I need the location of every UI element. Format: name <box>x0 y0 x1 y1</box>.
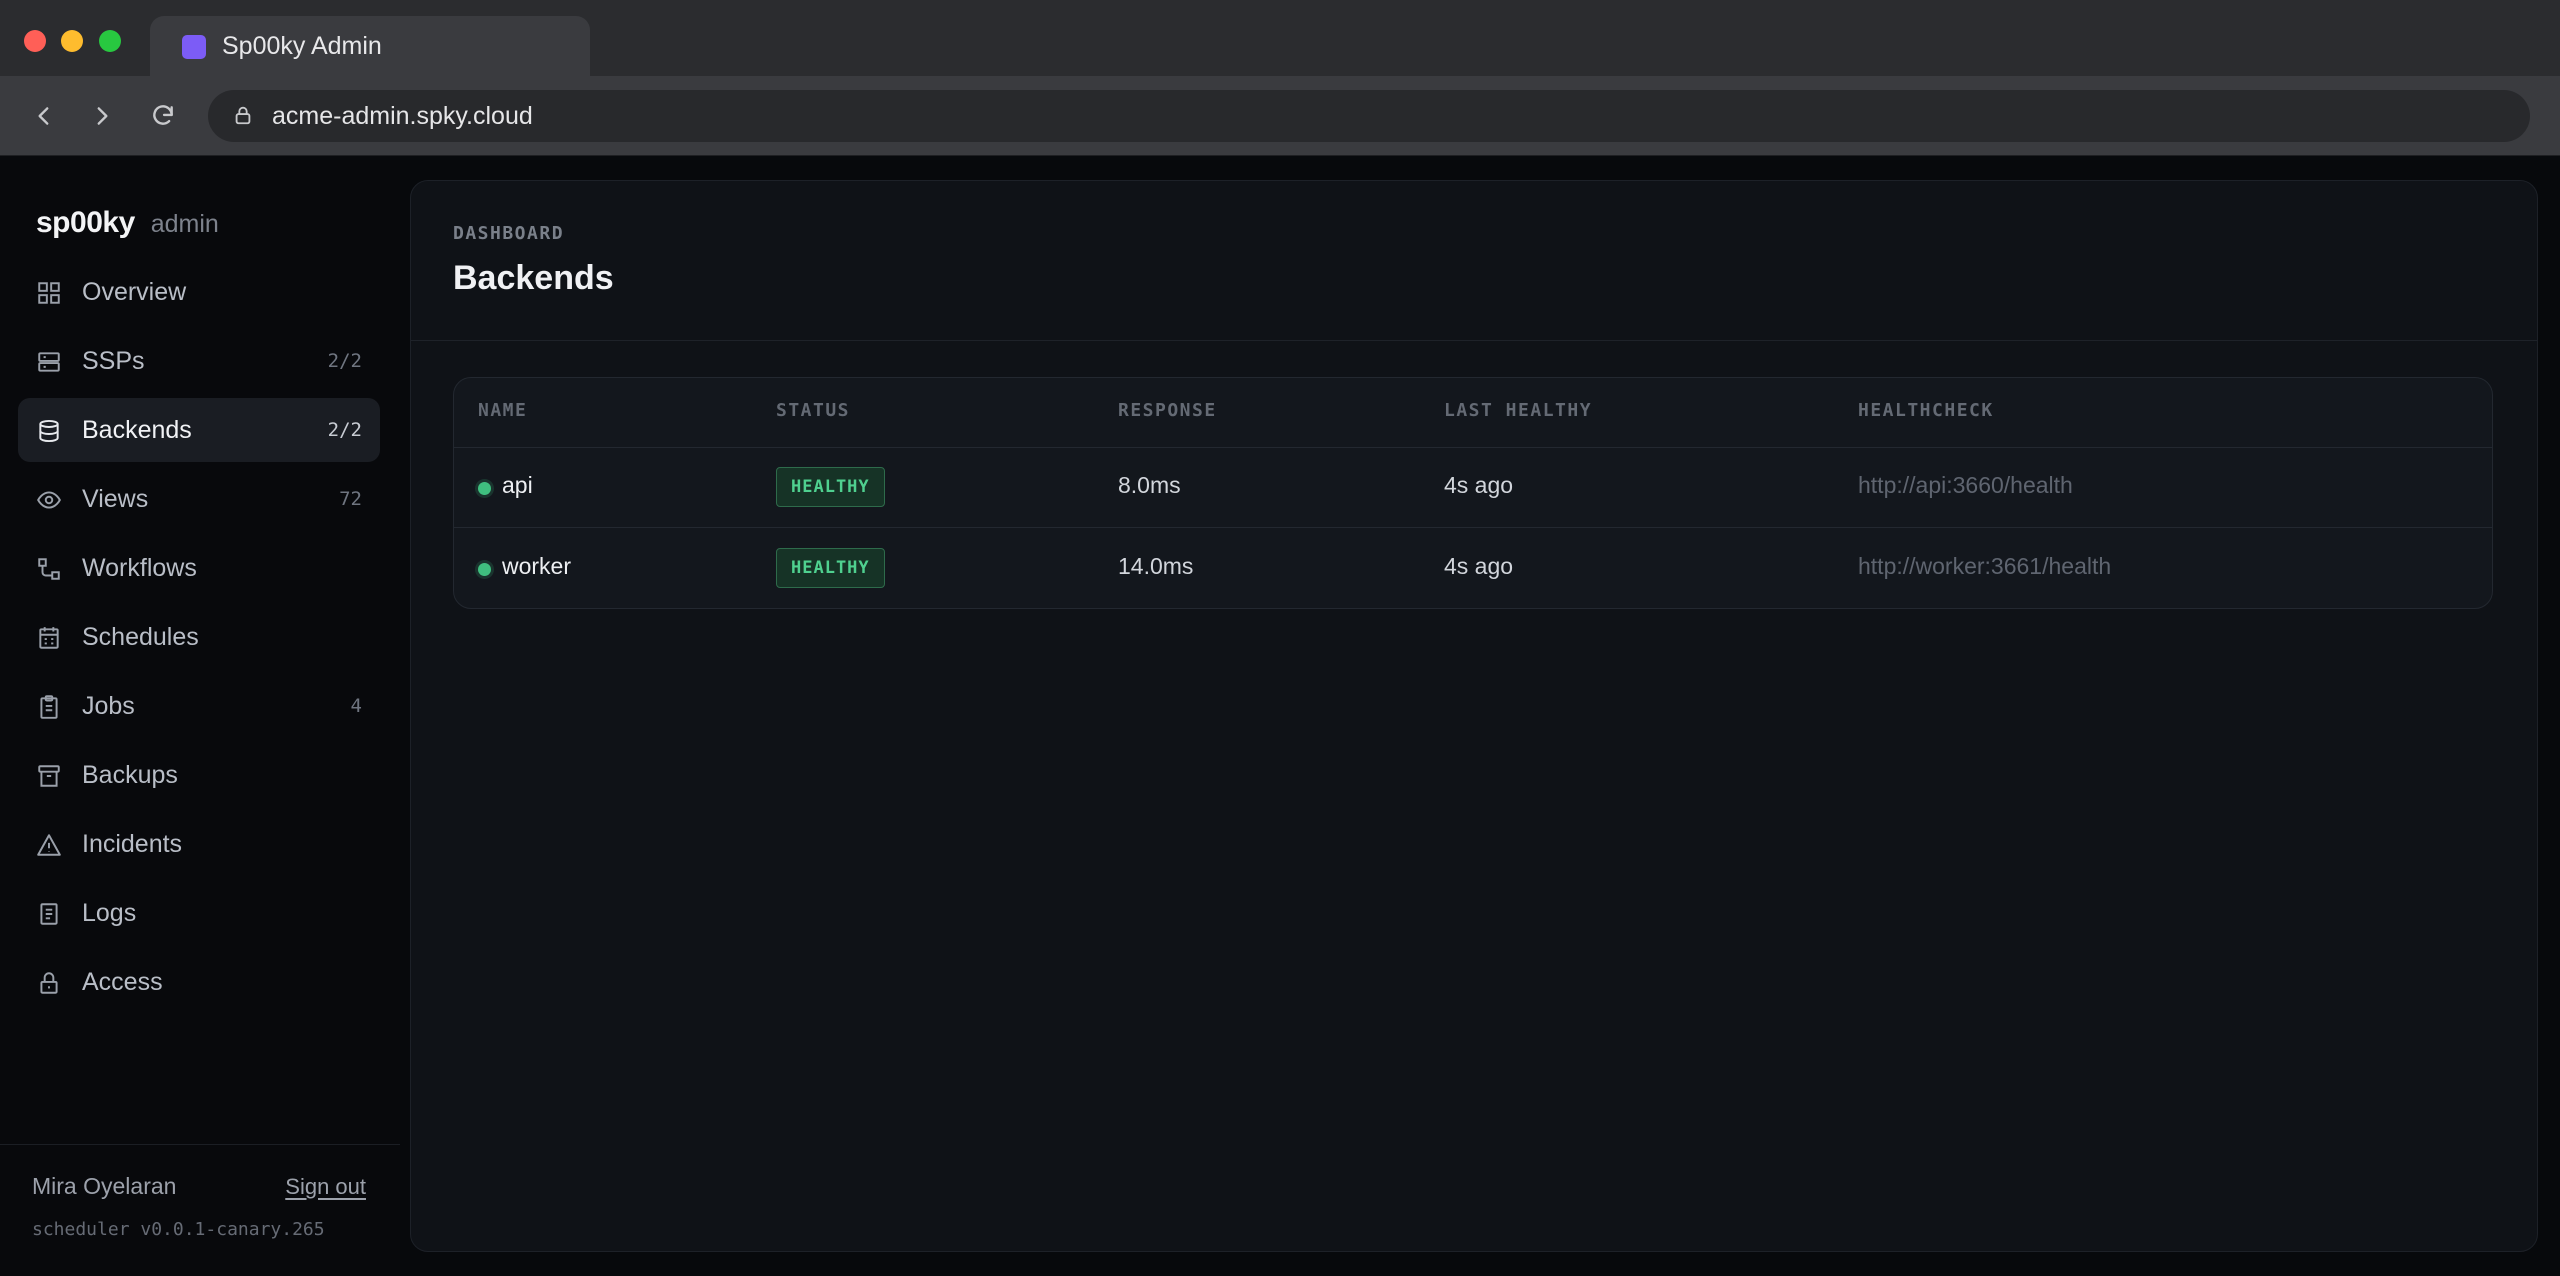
sidebar-item-label: Backups <box>82 760 178 789</box>
url-text: acme-admin.spky.cloud <box>272 102 533 130</box>
sidebar-item-label: SSPs <box>82 346 145 375</box>
chevron-left-icon <box>38 107 49 125</box>
version-label: scheduler v0.0.1-canary.265 <box>32 1219 325 1240</box>
brand-logo: sp00ky <box>36 206 135 239</box>
page-title: Backends <box>453 259 614 297</box>
backends-table: NAME STATUS RESPONSE LAST HEALTHY HEALTH… <box>453 377 2493 609</box>
sidebar-item-count: 2/2 <box>327 350 362 372</box>
status-dot-icon <box>478 482 491 495</box>
column-header-status[interactable]: STATUS <box>776 400 850 421</box>
sidebar-item-logs[interactable]: Logs <box>18 881 380 945</box>
response-time: 14.0ms <box>1118 553 1194 579</box>
healthcheck-url[interactable]: http://worker:3661/health <box>1858 553 2111 580</box>
sidebar-item-workflows[interactable]: Workflows <box>18 536 380 600</box>
table-row[interactable]: api HEALTHY 8.0ms 4s ago http://api:3660… <box>454 448 2492 528</box>
warning-icon <box>37 834 61 856</box>
response-time: 8.0ms <box>1118 472 1181 498</box>
server-icon <box>38 352 60 372</box>
column-header-last-healthy[interactable]: LAST HEALTHY <box>1444 400 1592 421</box>
database-icon <box>39 419 59 443</box>
lock-icon <box>235 106 251 125</box>
sidebar-item-count: 72 <box>339 488 362 510</box>
healthcheck-url[interactable]: http://api:3660/health <box>1858 472 2073 499</box>
sidebar-item-count: 2/2 <box>327 419 362 441</box>
sidebar-item-schedules[interactable]: Schedules <box>18 605 380 669</box>
status-badge: HEALTHY <box>776 548 885 588</box>
grid-icon <box>38 282 60 304</box>
archive-icon <box>38 765 60 787</box>
back-button[interactable] <box>24 96 64 136</box>
clipboard-icon <box>40 695 58 719</box>
sidebar-footer: Mira Oyelaran Sign out scheduler v0.0.1-… <box>0 1144 400 1240</box>
sidebar-nav: Overview SSPs 2/2 Backends 2/2 Views 72 … <box>18 260 380 1019</box>
browser-tab[interactable]: Sp00ky Admin <box>150 16 590 78</box>
column-header-healthcheck[interactable]: HEALTHCHECK <box>1858 400 1994 421</box>
sidebar-item-views[interactable]: Views 72 <box>18 467 380 531</box>
forward-button[interactable] <box>82 96 122 136</box>
page-header: DASHBOARD Backends <box>411 181 2537 341</box>
user-name: Mira Oyelaran <box>32 1173 177 1199</box>
browser-titlebar: Sp00ky Admin <box>0 0 2560 78</box>
maximize-window-button[interactable] <box>99 30 121 52</box>
breadcrumb: DASHBOARD <box>453 223 565 244</box>
sidebar-item-label: Access <box>82 967 163 996</box>
last-healthy: 4s ago <box>1444 472 1514 498</box>
column-header-response[interactable]: RESPONSE <box>1118 400 1217 421</box>
reload-icon <box>153 105 173 125</box>
lock-icon <box>40 972 58 994</box>
browser-toolbar: acme-admin.spky.cloud <box>0 76 2560 156</box>
sidebar-item-label: Backends <box>82 415 192 444</box>
sidebar: sp00ky admin Overview SSPs 2/2 Backends … <box>0 156 400 1276</box>
brand[interactable]: sp00ky admin <box>36 206 219 240</box>
sidebar-item-label: Overview <box>82 277 187 306</box>
table-row[interactable]: worker HEALTHY 14.0ms 4s ago http://work… <box>454 529 2492 608</box>
status-dot-icon <box>478 563 491 576</box>
column-header-name[interactable]: NAME <box>478 400 527 421</box>
sidebar-item-jobs[interactable]: Jobs 4 <box>18 674 380 738</box>
app-root: sp00ky admin Overview SSPs 2/2 Backends … <box>0 156 2560 1276</box>
sidebar-item-label: Views <box>82 484 149 513</box>
backend-name: worker <box>502 553 572 579</box>
status-badge: HEALTHY <box>776 467 885 507</box>
sidebar-item-count: 4 <box>350 695 362 717</box>
favicon-icon <box>182 35 206 59</box>
sidebar-item-incidents[interactable]: Incidents <box>18 812 380 876</box>
workflow-icon <box>38 558 60 580</box>
sidebar-item-label: Jobs <box>82 691 135 720</box>
document-icon <box>40 903 58 925</box>
sidebar-item-access[interactable]: Access <box>18 950 380 1014</box>
reload-button[interactable] <box>143 96 183 136</box>
calendar-icon <box>39 627 59 649</box>
sidebar-item-label: Schedules <box>82 622 199 651</box>
chevron-right-icon <box>97 107 108 125</box>
sidebar-item-backends[interactable]: Backends 2/2 <box>18 398 380 462</box>
sidebar-item-label: Logs <box>82 898 137 927</box>
sign-out-link[interactable]: Sign out <box>285 1174 366 1200</box>
eye-icon <box>37 491 61 509</box>
tab-title: Sp00ky Admin <box>222 32 382 60</box>
backend-name: api <box>502 472 533 498</box>
last-healthy: 4s ago <box>1444 553 1514 579</box>
minimize-window-button[interactable] <box>61 30 83 52</box>
sidebar-item-overview[interactable]: Overview <box>18 260 380 324</box>
main-panel: DASHBOARD Backends NAME STATUS RESPONSE … <box>410 180 2538 1252</box>
sidebar-item-backups[interactable]: Backups <box>18 743 380 807</box>
address-bar[interactable]: acme-admin.spky.cloud <box>208 90 2530 142</box>
sidebar-item-label: Workflows <box>82 553 197 582</box>
sidebar-item-ssps[interactable]: SSPs 2/2 <box>18 329 380 393</box>
table-header: NAME STATUS RESPONSE LAST HEALTHY HEALTH… <box>454 378 2492 448</box>
close-window-button[interactable] <box>24 30 46 52</box>
brand-subtitle: admin <box>150 210 219 238</box>
sidebar-item-label: Incidents <box>82 829 183 858</box>
